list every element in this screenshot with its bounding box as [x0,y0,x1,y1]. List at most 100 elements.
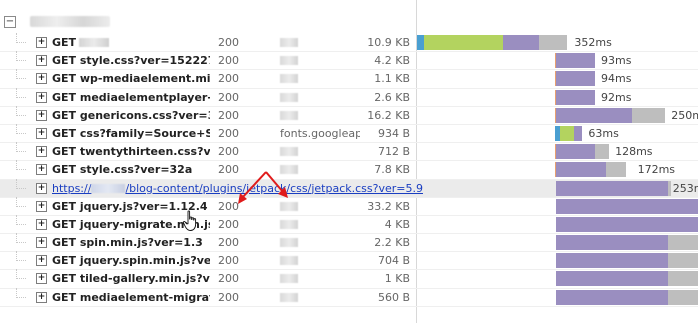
tree-connector [16,123,26,134]
status-code: 200 [218,72,239,86]
request-row[interactable]: + GET jquery.spin.min.js?ver 200 704 B [0,251,698,271]
request-duration: 172ms [637,163,676,177]
redacted-domain [280,74,298,84]
response-size: 16.2 KB [367,108,410,122]
timing-segment [595,144,610,160]
request-row[interactable]: + GET jquery.js?ver=1.12.4 200 33.2 KB [0,196,698,216]
request-duration: 92ms [601,90,632,104]
status-code: 200 [218,217,239,231]
request-row[interactable]: + GET tiled-gallery.min.js?ver= 200 1 KB [0,269,698,289]
request-duration: 93ms [601,54,632,68]
redacted-host [91,183,126,193]
request-duration: 352ms [574,36,612,49]
timing-segment [668,235,698,251]
request-row[interactable]: + GET style.css?ver=15222708 200 4.2 KB 93ms [0,51,698,71]
expand-row-icon[interactable]: + [36,164,47,176]
timeline-bar [417,216,698,233]
request-row[interactable]: + GET 200 10.9 KB 352ms [0,33,698,53]
request-row[interactable]: + GET genericons.css?ver=3.1 200 16.2 KB 250… [0,105,698,125]
request-row[interactable]: + GET twentythirteen.css?ver= 200 712 B 128m… [0,142,698,162]
timeline-bar: 93ms [417,52,698,69]
response-size: 1 KB [384,272,410,286]
request-url-link[interactable]: https:///blog-content/plugins/jetpack/cs… [52,182,432,195]
timeline-bar: 172ms [417,161,698,178]
expand-row-icon[interactable]: + [36,73,47,85]
redacted-domain [280,238,298,248]
request-url: GET spin.min.js?ver=1.3 [52,236,203,250]
request-row[interactable]: + GET style.css?ver=32a 200 7.8 KB 172ms [0,160,698,180]
request-row[interactable]: + GET css?family=Source+Sans 200 fonts.goog… [0,123,698,144]
tree-connector [16,142,26,153]
expand-row-icon[interactable]: + [36,237,47,249]
status-code: 200 [218,163,239,177]
expand-row-icon[interactable]: + [36,291,47,303]
request-url: GET mediaelement-migrate. [52,290,210,304]
response-size: 712 B [377,145,410,159]
expand-row-icon[interactable]: + [36,200,47,212]
status-code: 200 [218,108,239,122]
timing-segment [539,35,568,50]
request-duration: 253m [672,181,698,195]
redacted-domain [280,256,298,266]
request-url: GET mediaelementplayer-leg [52,90,210,104]
tree-connector [16,287,26,298]
response-size: 560 B [377,290,410,304]
timing-segment [555,89,596,105]
expand-row-icon[interactable]: + [36,91,47,103]
response-size: 934 B [377,126,410,140]
timeline-bar: 94ms [417,70,698,87]
timing-segment [555,198,698,214]
timeline-bar [417,270,698,287]
redacted-domain [280,201,298,211]
group-label-redacted [30,16,110,27]
request-url: GET tiled-gallery.min.js?ver= [52,272,210,286]
tree-connector [16,69,26,80]
timeline-bar: 250ms [417,107,698,124]
collapse-group-icon[interactable]: − [4,16,16,28]
expand-row-icon[interactable]: + [36,218,47,230]
request-row[interactable]: +GET jquery-migrate.min.js?v2004 KB [0,214,698,235]
tree-connector [16,178,26,189]
redacted-domain [280,165,298,175]
expand-row-icon[interactable]: + [36,127,47,139]
timing-segment [668,271,698,287]
timing-segment [417,35,425,50]
timeline-bar [417,252,698,269]
redacted-domain [280,219,298,229]
timing-segment [555,144,596,160]
timing-segment [555,235,669,251]
tree-connector [16,51,26,62]
tree-connector [16,33,26,43]
timing-segment [555,253,669,269]
timing-segment [502,35,540,50]
timing-segment [555,53,596,69]
status-code: 200 [218,145,239,159]
timing-segment [555,162,607,178]
request-group-header[interactable]: − [0,0,698,34]
request-url: GET css?family=Source+Sans [52,126,210,140]
request-row[interactable]: + GET wp-mediaelement.min.c 200 1.1 KB 94ms [0,69,698,89]
request-duration: 63ms [588,126,619,140]
request-url: GET style.css?ver=15222708 [52,54,210,68]
status-code: 200 [218,126,239,140]
hand-pointer-icon [182,210,197,231]
request-duration: 250ms [671,108,698,122]
expand-row-icon[interactable]: + [36,182,47,194]
response-size: 33.2 KB [367,199,410,213]
tree-connector [16,251,26,262]
expand-row-icon[interactable]: + [36,37,47,48]
expand-row-icon[interactable]: + [36,109,47,121]
request-row[interactable]: + GET mediaelementplayer-leg 200 2.6 KB 92ms [0,87,698,107]
expand-row-icon[interactable]: + [36,146,47,158]
timing-segment [606,162,627,178]
request-domain: fonts.googleap [280,126,360,140]
response-size: 1.1 KB [374,72,410,86]
request-row[interactable]: + GET spin.min.js?ver=1.3 200 2.2 KB [0,233,698,253]
redacted-domain [280,92,298,102]
expand-row-icon[interactable]: + [36,255,47,267]
redacted-url [79,38,110,47]
request-row[interactable]: + GET mediaelement-migrate. 200 560 B [0,287,698,307]
request-row[interactable]: + https:///blog-content/plugins/jetpack/c… [0,178,698,198]
expand-row-icon[interactable]: + [36,273,47,285]
expand-row-icon[interactable]: + [36,55,47,67]
